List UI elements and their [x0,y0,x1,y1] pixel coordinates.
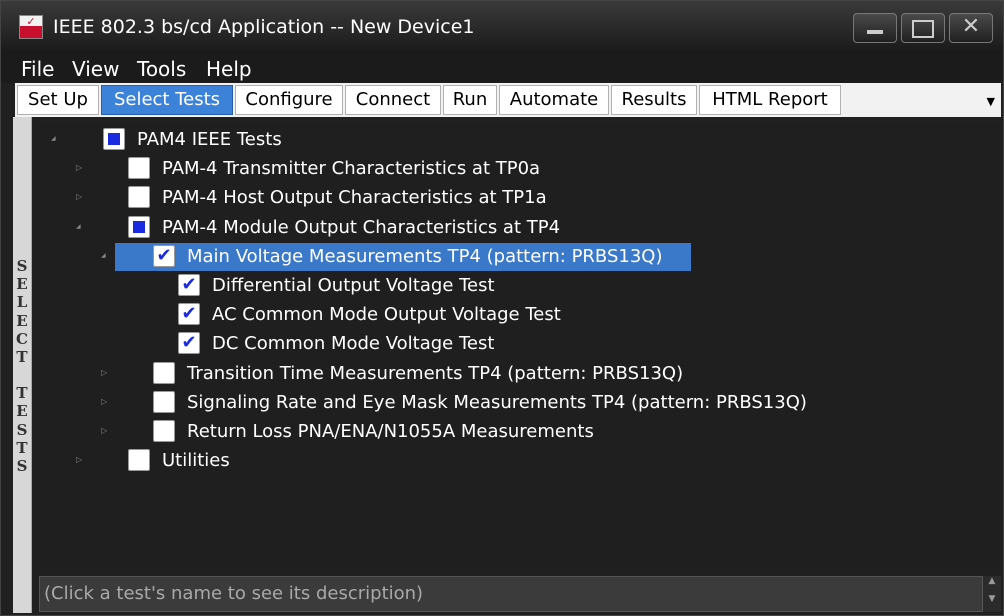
side-label-char: S [16,420,28,439]
test-checkbox[interactable] [103,128,125,150]
test-name[interactable]: Main Voltage Measurements TP4 (pattern: … [187,246,663,267]
side-label-char: S [16,257,28,275]
description-scrollbar[interactable]: ▲ ▼ [983,576,1001,612]
collapse-arrow-icon[interactable]: ◢ [51,134,61,144]
expand-arrow-icon[interactable]: ▷ [76,192,86,202]
expand-arrow-icon[interactable]: ▷ [101,426,111,436]
test-name[interactable]: AC Common Mode Output Voltage Test [212,304,561,325]
menu-bar: File View Tools Help [1,53,1003,83]
side-label-char: E [16,402,28,421]
test-name[interactable]: PAM-4 Module Output Characteristics at T… [162,217,560,238]
test-checkbox[interactable] [128,215,150,238]
tree-row[interactable]: ▷ Signaling Rate and Eye Mask Measurement… [39,389,999,417]
test-name[interactable]: Differential Output Voltage Test [212,275,495,296]
test-checkbox[interactable]: ✔ [178,332,200,355]
expand-arrow-icon[interactable]: ▷ [101,397,111,407]
test-checkbox[interactable]: ✔ [178,303,200,326]
test-name[interactable]: PAM-4 Transmitter Characteristics at TP0… [162,158,540,179]
minimize-button[interactable] [853,13,897,43]
menu-view[interactable]: View [72,57,119,81]
tab-overflow-dropdown-icon[interactable]: ▼ [987,95,995,108]
test-checkbox[interactable] [128,449,150,472]
side-label-char: T [16,384,28,403]
tab-results[interactable]: Results [611,85,697,115]
tree-row[interactable]: ✔ Differential Output Voltage Test [39,272,999,300]
side-label-char: C [16,329,28,348]
tree-row[interactable]: ✔ DC Common Mode Voltage Test [39,330,999,358]
expand-arrow-icon[interactable]: ▷ [76,163,86,173]
tree-row[interactable]: ▷ Utilities [39,447,999,475]
test-checkbox[interactable]: ✔ [178,274,200,296]
tab-automate[interactable]: Automate [499,85,609,115]
side-label-char: E [16,275,28,294]
tab-configure[interactable]: Configure [235,85,343,115]
scroll-up-icon[interactable]: ▲ [983,576,1001,586]
tab-run[interactable]: Run [443,85,497,115]
test-name[interactable]: Return Loss PNA/ENA/N1055A Measurements [187,421,594,442]
close-button[interactable]: ✕ [949,13,993,43]
tab-connect[interactable]: Connect [345,85,441,115]
tree-row[interactable]: ▷ PAM-4 Transmitter Characteristics at TP… [39,155,999,183]
test-checkbox[interactable] [128,157,150,180]
maximize-icon [912,20,934,38]
tree-row[interactable]: ◢ ✔ Main Voltage Measurements TP4 (pattern… [39,242,999,271]
test-checkbox[interactable] [153,420,175,442]
app-window: ✓ IEEE 802.3 bs/cd Application -- New De… [0,0,1004,616]
tab-bar: Set Up Select Tests Configure Connect Ru… [15,83,1001,117]
side-label-char: L [16,293,28,312]
side-label-char: S [16,456,28,475]
test-tree: ◢ PAM4 IEEE Tests ▷ PAM-4 Transmitter Chara… [39,123,999,569]
side-label-char [13,366,31,384]
scroll-down-icon[interactable]: ▼ [983,594,1001,604]
test-name[interactable]: Utilities [162,450,230,471]
side-label-text: SELECT TESTS [13,257,31,475]
tab-set-up[interactable]: Set Up [17,85,99,115]
tree-row[interactable]: ✔ AC Common Mode Output Voltage Test [39,301,999,329]
side-panel-label[interactable]: SELECT TESTS [13,117,32,613]
tree-row[interactable]: ▷ PAM-4 Host Output Characteristics at TP… [39,184,999,212]
tab-html-report[interactable]: HTML Report [699,85,841,115]
side-label-char: E [16,311,28,330]
app-icon: ✓ [19,15,43,39]
tab-select-tests[interactable]: Select Tests [101,85,233,115]
test-checkbox[interactable] [153,390,175,413]
test-checkbox[interactable] [153,361,175,384]
description-text: (Click a test's name to see its descript… [44,583,424,604]
close-icon: ✕ [961,14,981,39]
side-label-char: T [16,438,28,457]
test-name[interactable]: PAM-4 Host Output Characteristics at TP1… [162,187,547,208]
tree-row[interactable]: ◢ PAM4 IEEE Tests [39,126,999,154]
menu-help[interactable]: Help [206,57,252,81]
test-name[interactable]: DC Common Mode Voltage Test [212,333,494,354]
menu-file[interactable]: File [21,57,54,81]
tree-row[interactable]: ▷ Return Loss PNA/ENA/N1055A Measurements [39,418,999,446]
test-name[interactable]: PAM4 IEEE Tests [137,129,282,150]
menu-tools[interactable]: Tools [137,57,186,81]
maximize-button[interactable] [901,13,945,43]
expand-arrow-icon[interactable]: ▷ [76,455,86,465]
description-box: (Click a test's name to see its descript… [39,576,983,612]
tree-row[interactable]: ▷ Transition Time Measurements TP4 (patte… [39,360,999,388]
minimize-icon [867,30,883,34]
collapse-arrow-icon[interactable]: ◢ [76,222,86,232]
test-checkbox[interactable]: ✔ [153,244,175,267]
window-title: IEEE 802.3 bs/cd Application -- New Devi… [53,16,475,38]
test-name[interactable]: Transition Time Measurements TP4 (patter… [187,363,683,384]
test-checkbox[interactable] [128,186,150,209]
tree-row[interactable]: ◢ PAM-4 Module Output Characteristics at … [39,214,999,242]
side-label-char: T [16,347,28,366]
collapse-arrow-icon[interactable]: ◢ [101,251,111,261]
title-bar[interactable]: ✓ IEEE 802.3 bs/cd Application -- New De… [1,1,1003,53]
expand-arrow-icon[interactable]: ▷ [101,368,111,378]
test-name[interactable]: Signaling Rate and Eye Mask Measurements… [187,392,807,413]
